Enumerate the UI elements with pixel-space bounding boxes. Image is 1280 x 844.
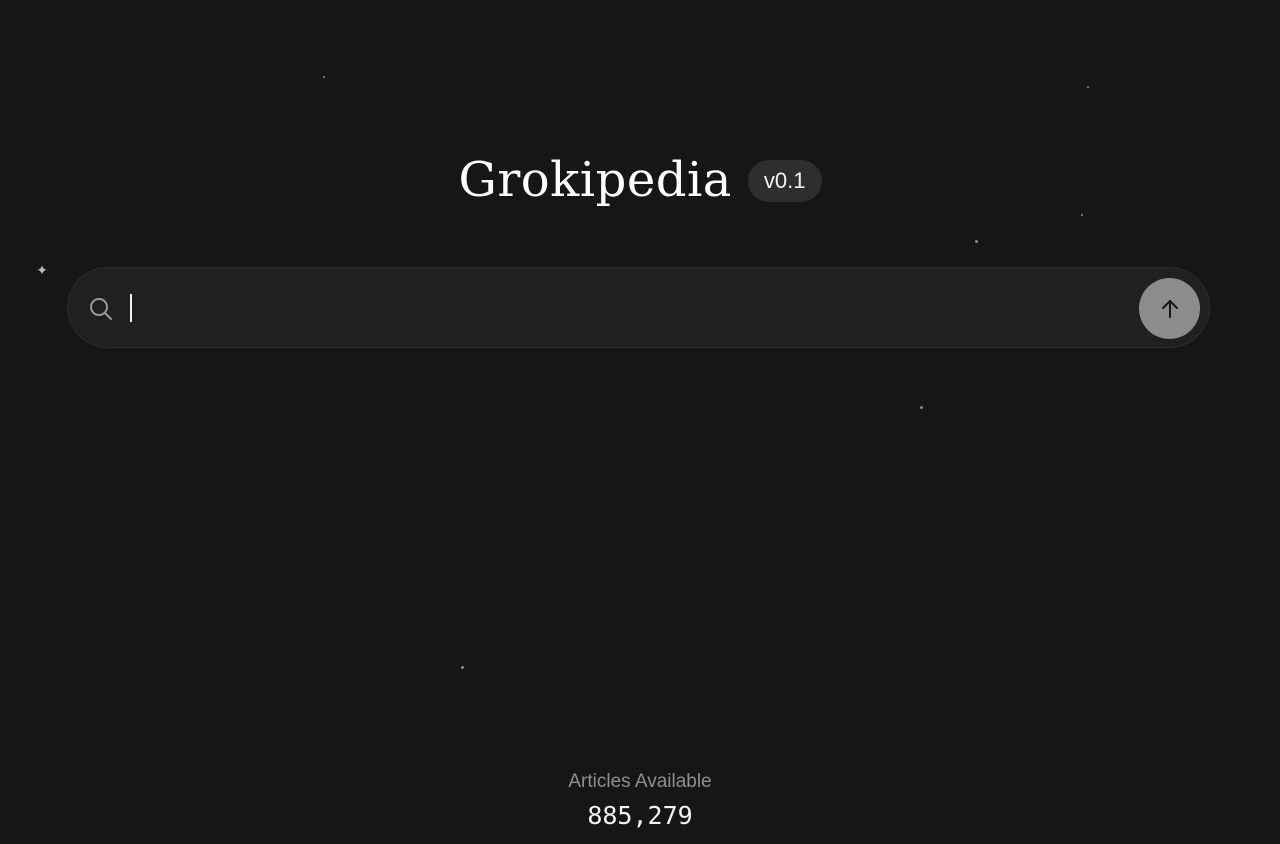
star-decoration <box>461 666 464 669</box>
arrow-up-icon <box>1158 297 1182 321</box>
text-caret <box>130 294 132 322</box>
header: Grokipedia v0.1 <box>0 150 1280 210</box>
star-decoration <box>920 406 923 409</box>
star-decoration <box>1087 86 1089 88</box>
search-icon <box>88 296 114 322</box>
search-bar[interactable] <box>67 267 1210 348</box>
star-decoration <box>1081 214 1083 216</box>
search-input[interactable] <box>128 288 1132 330</box>
articles-available-label: Articles Available <box>568 771 712 792</box>
star-decoration <box>323 76 325 78</box>
version-badge: v0.1 <box>747 160 822 202</box>
sparkle-icon: ✦ <box>36 262 48 278</box>
articles-count: 885,279 <box>587 801 693 830</box>
page-title: Grokipedia <box>458 152 732 208</box>
submit-search-button[interactable] <box>1139 278 1200 339</box>
star-decoration <box>975 240 978 243</box>
articles-stats: Articles Available 885,279 <box>0 770 1280 832</box>
